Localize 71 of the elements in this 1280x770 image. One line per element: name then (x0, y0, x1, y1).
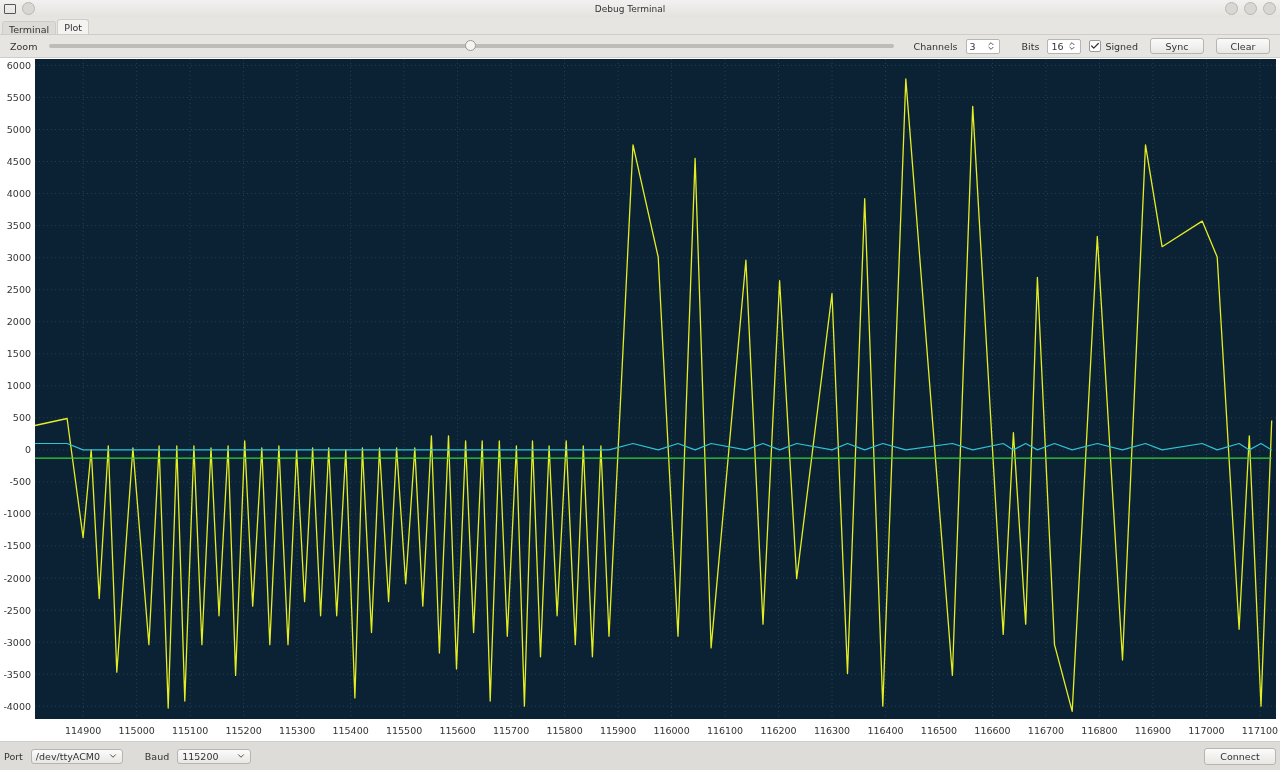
axis-label: -1000 (3, 508, 31, 520)
axis-label: -3000 (3, 636, 31, 648)
axis-label: 116200 (760, 725, 797, 736)
axis-label: 116500 (920, 725, 958, 736)
axis-label: 3500 (6, 220, 31, 232)
axis-label: 116800 (1081, 725, 1118, 736)
axis-label: 117000 (1188, 725, 1225, 736)
axis-label: -2500 (3, 604, 31, 616)
tab[interactable]: Plot (57, 19, 90, 34)
port-label: Port (4, 750, 23, 762)
axis-label: -4000 (3, 700, 31, 712)
stepper-icon[interactable] (1067, 41, 1078, 51)
axis-label: 115100 (172, 725, 209, 736)
minimize-icon[interactable] (1225, 2, 1238, 15)
signed-checkbox[interactable] (1089, 40, 1102, 52)
channels-spinbox[interactable]: 3 (965, 38, 1000, 54)
toolbar-button[interactable]: Clear (1216, 38, 1270, 54)
axis-label: -3500 (3, 668, 31, 680)
toolbar-button[interactable]: Sync (1150, 38, 1204, 54)
signed-label: Signed (1105, 40, 1138, 52)
axis-label: 115400 (332, 725, 369, 736)
window-menu-icon[interactable] (4, 3, 16, 14)
maximize-icon[interactable] (1244, 2, 1257, 15)
axis-label: -2000 (3, 572, 31, 584)
axis-label: 2000 (6, 316, 31, 328)
zoom-label: Zoom (10, 40, 38, 52)
baud-dropdown[interactable]: 115200 (177, 748, 252, 764)
axis-label: 3000 (6, 252, 31, 264)
axis-label: 2500 (6, 284, 31, 296)
axis-label: 5000 (6, 124, 31, 135)
axis-label: -1500 (3, 540, 31, 552)
axis-label: 115900 (599, 725, 637, 736)
window-title: Debug Terminal (593, 3, 667, 14)
axis-label: 115700 (492, 725, 530, 736)
axis-label: 117100 (1241, 725, 1279, 736)
axis-label: 115800 (546, 725, 583, 736)
axis-label: 4000 (6, 188, 31, 200)
axis-label: 116900 (1134, 725, 1172, 736)
axis-label: 115300 (278, 725, 316, 736)
axis-label: 6000 (6, 59, 31, 71)
axis-label: 5500 (6, 91, 31, 103)
axis-label: 116300 (813, 725, 851, 736)
slider-thumb[interactable] (465, 40, 477, 51)
axis-label: 116000 (653, 725, 690, 736)
axis-label: 500 (12, 412, 31, 424)
connect-button[interactable]: Connect (1204, 747, 1276, 765)
axis-label: 116400 (867, 725, 904, 736)
stepper-icon[interactable] (985, 41, 996, 51)
tab[interactable]: Terminal (2, 21, 57, 34)
axis-label: 115200 (225, 725, 262, 736)
chevron-icon (236, 751, 247, 761)
port-dropdown[interactable]: /dev/ttyACM0 (30, 748, 123, 764)
axis-label: 4500 (6, 156, 31, 167)
axis-label: 114900 (65, 725, 102, 736)
axis-label: 0 (24, 444, 31, 456)
bits-label: Bits (1021, 40, 1040, 52)
axis-label: 115600 (439, 725, 476, 736)
axis-label: 115000 (118, 725, 155, 736)
axis-label: 116100 (706, 725, 744, 736)
axis-label: 1500 (6, 348, 31, 360)
axis-label: -500 (9, 476, 31, 488)
baud-label: Baud (144, 750, 170, 762)
axis-label: 115500 (385, 725, 423, 736)
axis-label: 116700 (1027, 725, 1065, 736)
check-icon (1090, 41, 1101, 51)
axis-label: 1000 (6, 380, 31, 392)
axis-label: 116600 (974, 725, 1011, 736)
channels-label: Channels (913, 40, 958, 52)
chevron-icon (107, 751, 118, 761)
close-icon[interactable] (1263, 2, 1276, 15)
bits-spinbox[interactable]: 16 (1047, 38, 1082, 54)
